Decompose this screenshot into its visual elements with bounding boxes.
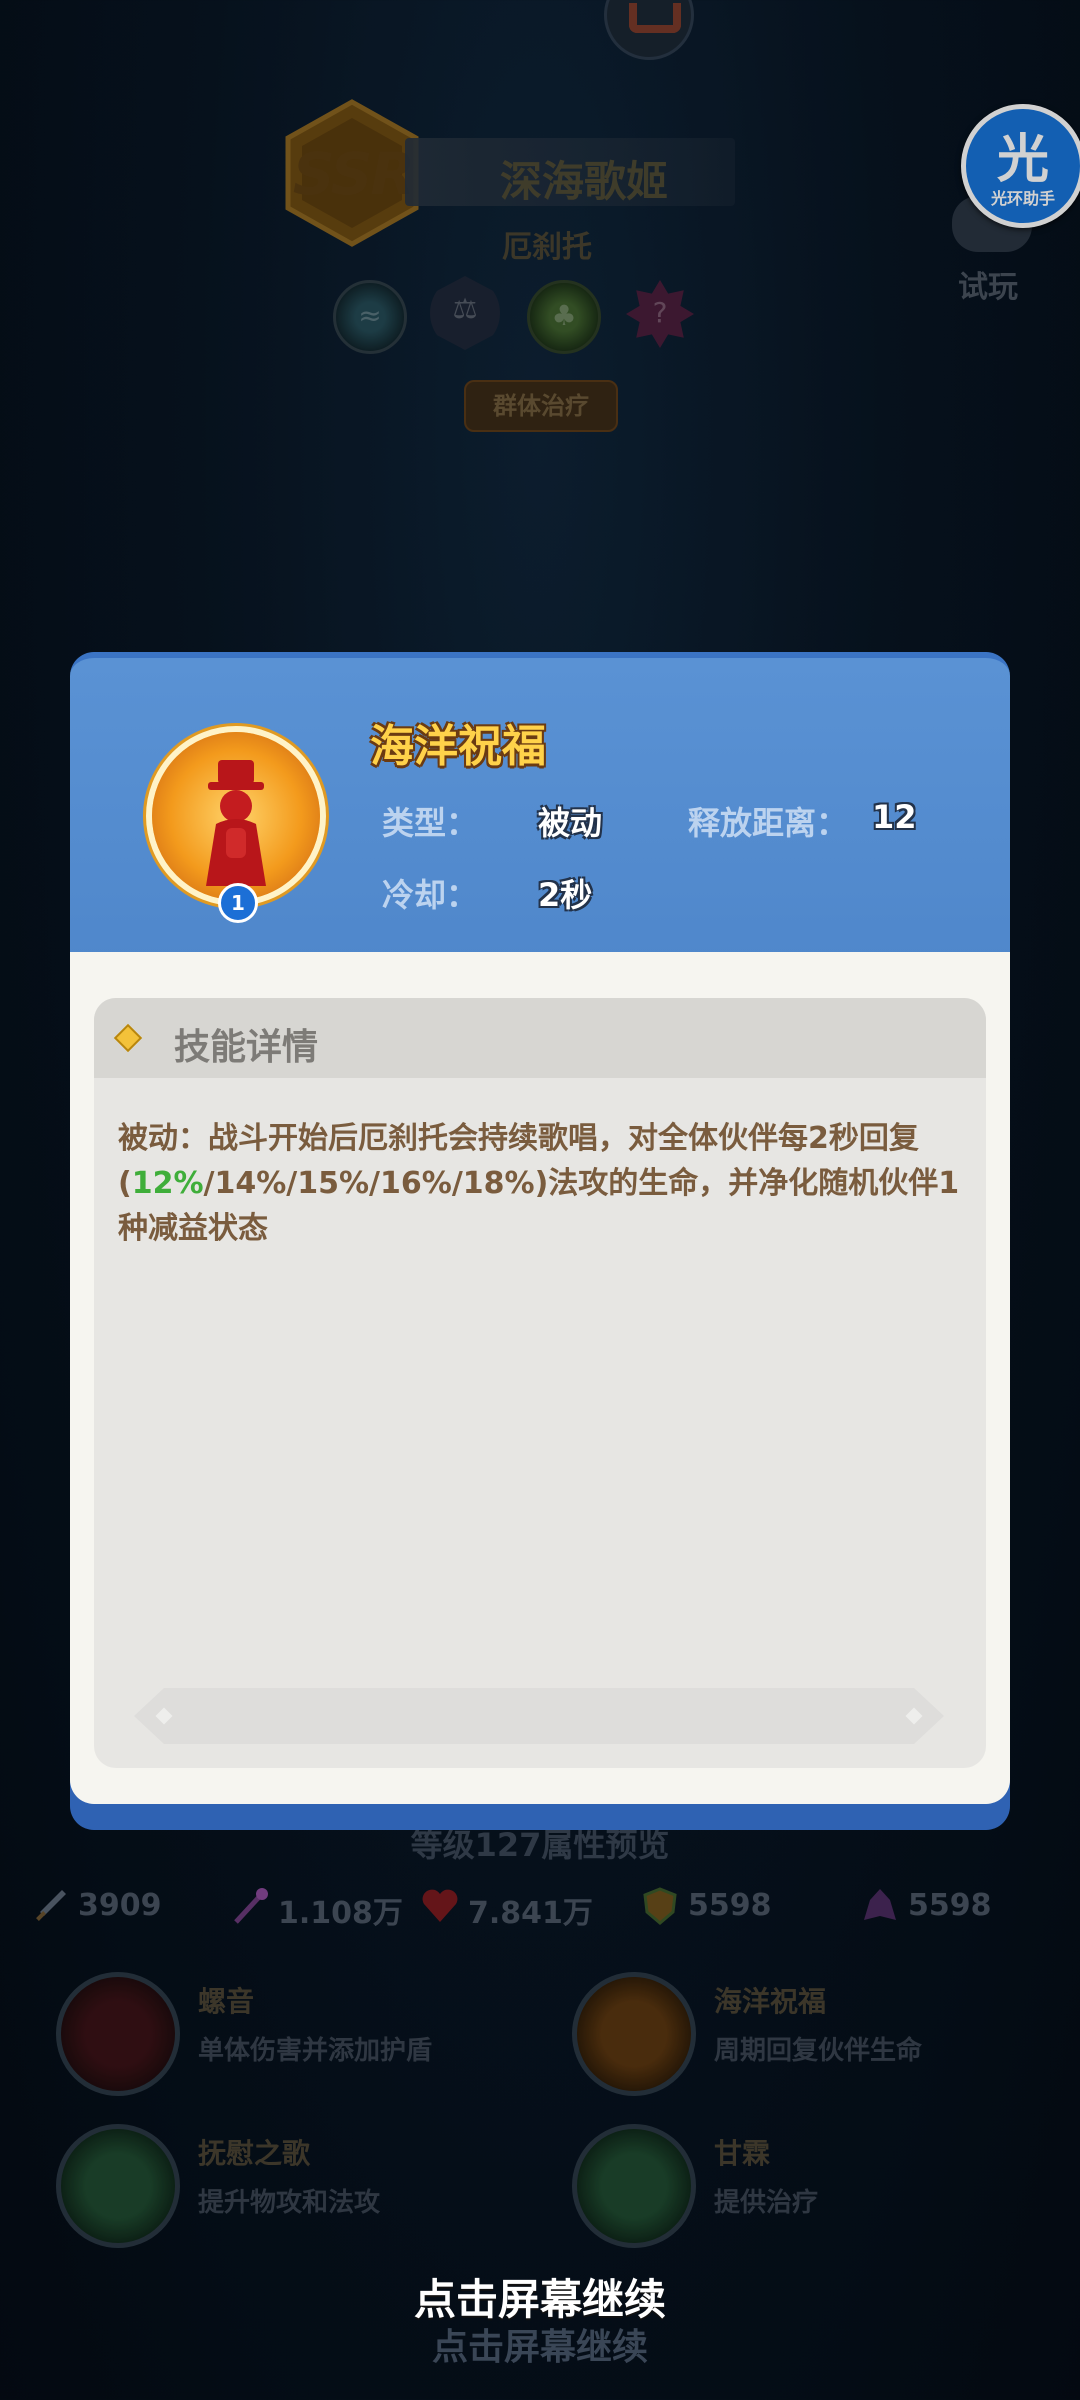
detail-header: 技能详情 [94, 998, 986, 1078]
skill-title: 海洋祝福 [370, 721, 546, 772]
ocean-blessing-skill-icon [146, 726, 326, 906]
diamond-icon [113, 1023, 143, 1053]
skill-detail-dialog: 1 海洋祝福 类型： 被动 释放距离： 12 冷却： 2秒 技能详情 被动：战斗… [70, 652, 1010, 1830]
skill-detail-panel: 技能详情 被动：战斗开始后厄刹托会持续歌唱，对全体伙伴每2秒回复(12%/14%… [94, 998, 986, 1768]
dialog-header: 1 海洋祝福 类型： 被动 释放距离： 12 冷却： 2秒 [70, 652, 1010, 962]
cooldown-label: 冷却： [382, 876, 479, 914]
scroll-track[interactable] [134, 1688, 944, 1744]
tap-to-continue-shadow: 点击屏幕继续 [431, 2327, 648, 2368]
type-label: 类型： [382, 804, 479, 842]
type-value: 被动 [538, 804, 603, 842]
current-value-highlight: 12% [131, 1166, 204, 1201]
detail-title: 技能详情 [174, 1027, 319, 1068]
range-label: 释放距离： [688, 804, 849, 842]
range-value: 12 [872, 798, 917, 836]
skill-level-badge: 1 [218, 883, 258, 923]
cooldown-value: 2秒 [538, 876, 593, 914]
skill-description: 被动：战斗开始后厄刹托会持续歌唱，对全体伙伴每2秒回复(12%/14%/15%/… [118, 1121, 960, 1246]
